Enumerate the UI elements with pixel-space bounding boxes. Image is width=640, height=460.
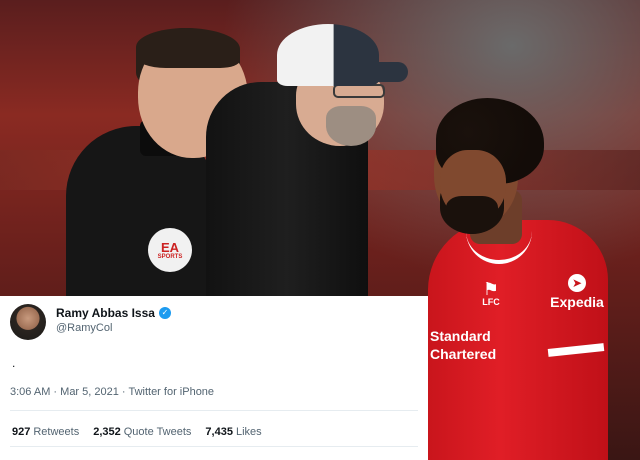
- ea-badge-sub: SPORTS: [157, 253, 183, 260]
- expedia-logo: ➤ Expedia: [550, 274, 604, 310]
- ea-badge-label: EA: [160, 239, 180, 255]
- tweet-card[interactable]: Ramy Abbas Issa ✓ @RamyCol . 3:06 AM · M…: [0, 296, 428, 460]
- manager-beard: [326, 106, 376, 146]
- likes-count: 7,435: [205, 426, 233, 438]
- liverbird-icon: ⚑: [482, 279, 500, 299]
- tweet-stats: 927 Retweets 2,352 Quote Tweets 7,435 Likes: [12, 426, 262, 438]
- avatar[interactable]: [10, 304, 46, 340]
- expedia-label: Expedia: [550, 294, 604, 310]
- retweets-count: 927: [12, 426, 31, 438]
- quotes-label: Quote Tweets: [123, 426, 192, 438]
- jersey-sponsor: Standard Chartered: [430, 328, 496, 363]
- likes-label: Likes: [235, 426, 262, 438]
- quotes-count: 2,352: [93, 426, 121, 438]
- retweets-stat[interactable]: 927 Retweets: [12, 426, 79, 438]
- quotes-stat[interactable]: 2,352 Quote Tweets: [93, 426, 191, 438]
- tweet-time[interactable]: 3:06 AM: [10, 386, 50, 398]
- referee-hair-top: [136, 28, 240, 68]
- glasses-icon: [333, 84, 385, 98]
- divider: [10, 410, 418, 411]
- cap-brim: [346, 62, 408, 82]
- divider: [10, 446, 418, 447]
- lfc-crest-icon: ⚑ LFC: [474, 280, 508, 318]
- likes-stat[interactable]: 7,435 Likes: [205, 426, 261, 438]
- player-beard-front: [446, 196, 498, 234]
- sponsor-line-2: Chartered: [430, 345, 497, 362]
- display-name-text[interactable]: Ramy Abbas Issa: [56, 306, 155, 320]
- tweet-date[interactable]: Mar 5, 2021: [60, 386, 119, 398]
- tweet-text: .: [12, 356, 16, 370]
- ea-sports-badge: EA SPORTS: [148, 228, 192, 272]
- sponsor-line-1: Standard: [430, 328, 491, 344]
- expedia-globe-icon: ➤: [568, 274, 586, 292]
- tweet-meta: 3:06 AM · Mar 5, 2021 · Twitter for iPho…: [10, 386, 214, 398]
- crest-label: LFC: [482, 297, 500, 307]
- retweets-label: Retweets: [33, 426, 80, 438]
- verified-badge-icon: ✓: [158, 307, 171, 319]
- tweet-source[interactable]: Twitter for iPhone: [128, 386, 214, 398]
- user-handle[interactable]: @RamyCol: [56, 322, 112, 334]
- user-display-name[interactable]: Ramy Abbas Issa ✓: [56, 306, 171, 320]
